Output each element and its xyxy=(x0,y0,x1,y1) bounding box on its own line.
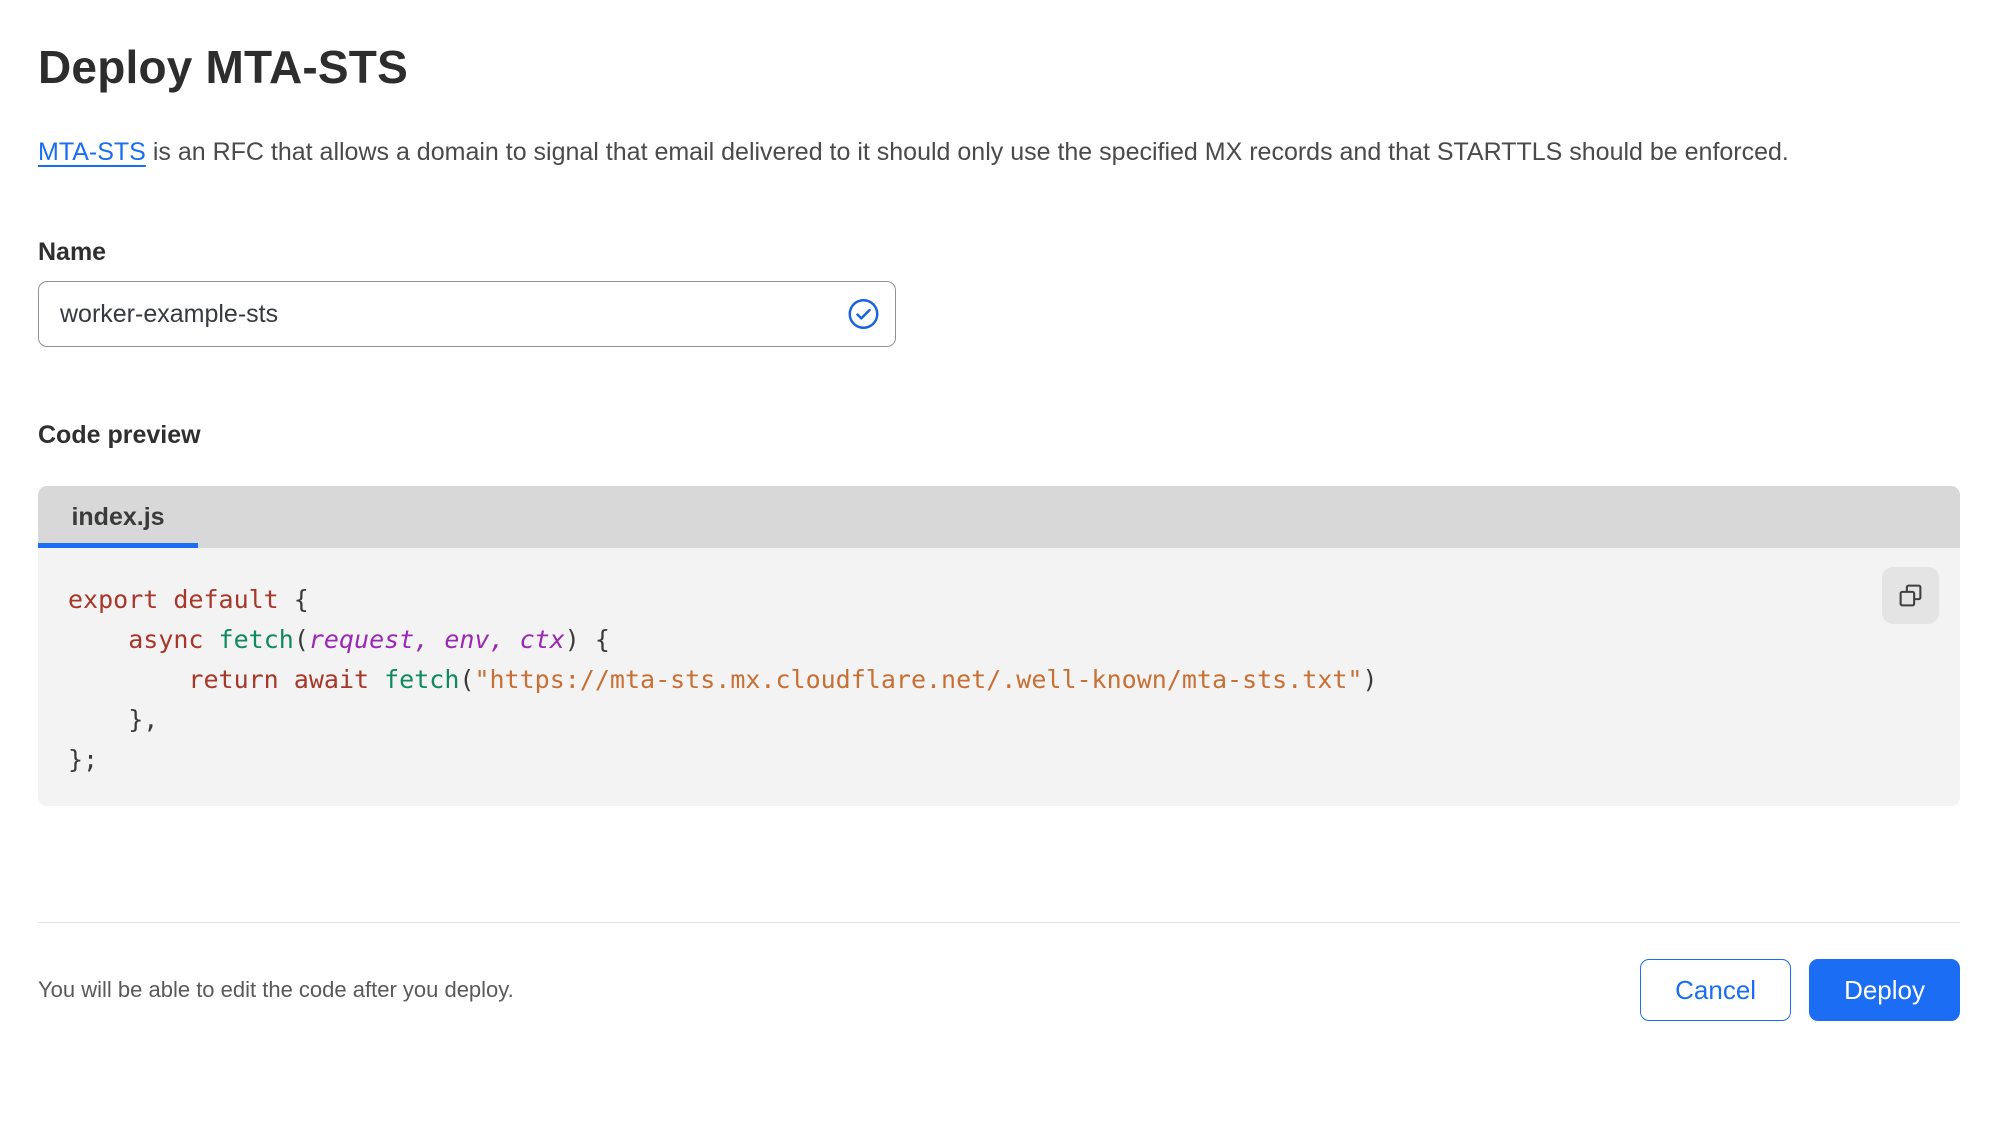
footer-note: You will be able to edit the code after … xyxy=(38,977,514,1002)
code-editor: export default { async fetch(request, en… xyxy=(38,548,1960,806)
footer: You will be able to edit the code after … xyxy=(38,959,1960,1021)
deploy-mta-sts-page: Deploy MTA-STS MTA-STS is an RFC that al… xyxy=(0,40,1999,1138)
code-line: return await fetch("https://mta-sts.mx.c… xyxy=(188,665,1378,694)
check-circle-icon xyxy=(848,299,879,329)
code-preview-label: Code preview xyxy=(38,421,201,449)
description-text: is an RFC that allows a domain to signal… xyxy=(145,138,1789,166)
tab-index-js[interactable]: index.js xyxy=(38,486,198,548)
copy-button[interactable] xyxy=(1882,567,1939,624)
code-preview-card: index.js export default { async fetch(re… xyxy=(38,486,1960,806)
copy-icon xyxy=(1899,584,1922,607)
mta-sts-link[interactable]: MTA-STS xyxy=(38,138,146,166)
footer-actions: Cancel Deploy xyxy=(1640,959,1960,1021)
code-lines: export default { async fetch(request, en… xyxy=(68,580,1880,780)
page-title: Deploy MTA-STS xyxy=(38,41,408,93)
footer-divider xyxy=(38,922,1960,923)
code-line: }, xyxy=(68,705,159,734)
name-input[interactable] xyxy=(38,281,896,347)
name-label: Name xyxy=(38,238,107,266)
tab-label: index.js xyxy=(71,502,165,531)
name-input-wrap xyxy=(38,281,896,347)
code-line: export default { xyxy=(68,585,309,614)
code-line: }; xyxy=(68,745,99,774)
code-tab-bar: index.js xyxy=(38,486,1960,548)
cancel-button[interactable]: Cancel xyxy=(1640,959,1792,1021)
code-line: async fetch(request, env, ctx) { xyxy=(128,625,610,654)
deploy-button[interactable]: Deploy xyxy=(1809,959,1960,1021)
description: MTA-STS is an RFC that allows a domain t… xyxy=(38,130,1908,174)
